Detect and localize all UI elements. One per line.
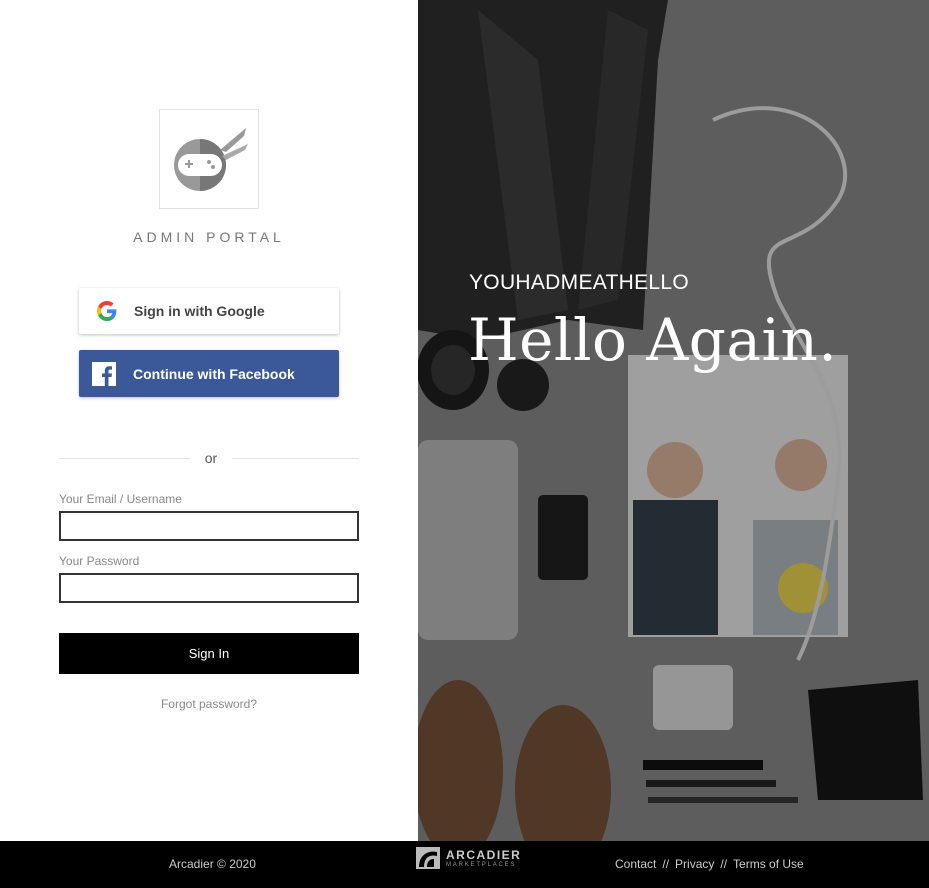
facebook-icon <box>92 361 116 386</box>
footer-copyright: Arcadier © 2020 <box>169 857 256 871</box>
facebook-signin-label: Continue with Facebook <box>133 365 295 382</box>
hero-background-image <box>418 0 929 841</box>
footer-brand-name: ARCADIER <box>446 848 522 862</box>
password-label: Your Password <box>59 554 140 568</box>
footer-link-terms[interactable]: Terms of Use <box>733 857 804 871</box>
footer-brand: ARCADIER MARKETPLACES <box>416 847 521 869</box>
admin-logo <box>159 109 259 209</box>
ninja-gamepad-icon <box>174 128 248 191</box>
login-panel: ADMIN PORTAL Sign in with Google Continu… <box>0 0 418 841</box>
google-signin-label: Sign in with Google <box>134 303 265 319</box>
footer: Arcadier © 2020 ARCADIER MARKETPLACES Co… <box>0 841 929 888</box>
footer-link-privacy[interactable]: Privacy <box>675 857 714 871</box>
email-field[interactable] <box>59 511 359 541</box>
google-icon <box>97 301 117 321</box>
footer-brand-sub: MARKETPLACES <box>446 862 517 868</box>
footer-separator: // <box>662 857 670 871</box>
footer-separator: // <box>720 857 728 871</box>
google-signin-button[interactable]: Sign in with Google <box>79 288 339 334</box>
forgot-password-link[interactable]: Forgot password? <box>0 697 418 711</box>
hero-subtitle: YOUHADMEATHELLO <box>469 271 689 294</box>
signin-button[interactable]: Sign In <box>59 633 359 674</box>
arcadier-logo-icon <box>416 847 440 869</box>
hero-panel: YOUHADMEATHELLO Hello Again. <box>418 0 929 841</box>
email-label: Your Email / Username <box>59 492 182 506</box>
footer-links: Contact // Privacy // Terms of Use <box>615 857 804 871</box>
password-field[interactable] <box>59 573 359 603</box>
hero-title: Hello Again. <box>468 306 838 374</box>
facebook-signin-button[interactable]: Continue with Facebook <box>79 350 339 397</box>
footer-brand-text: ARCADIER MARKETPLACES <box>446 848 521 868</box>
or-divider: or <box>59 449 359 469</box>
footer-link-contact[interactable]: Contact <box>615 857 656 871</box>
portal-title: ADMIN PORTAL <box>133 229 285 245</box>
divider-line-right <box>232 458 359 459</box>
